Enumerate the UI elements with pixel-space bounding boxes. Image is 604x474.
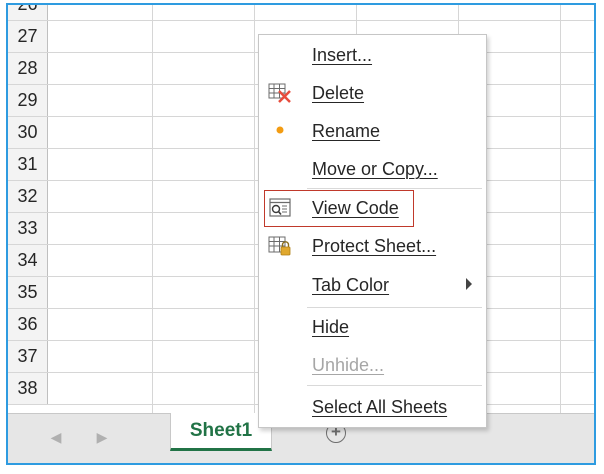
delete-sheet-icon bbox=[268, 83, 291, 103]
menu-separator bbox=[307, 188, 482, 189]
menu-separator bbox=[307, 385, 482, 386]
scroll-tabs-right-icon[interactable]: ▶ bbox=[94, 429, 110, 446]
menu-item-move-or-copy[interactable]: Move or Copy... bbox=[259, 151, 486, 187]
view-code-highlight bbox=[264, 190, 414, 227]
row-header[interactable]: 32 bbox=[8, 181, 48, 212]
menu-item-insert[interactable]: Insert... bbox=[259, 37, 486, 73]
rename-dot-icon bbox=[276, 126, 284, 134]
worksheet-row: 26 bbox=[8, 5, 594, 21]
row-header[interactable]: 27 bbox=[8, 21, 48, 52]
row-header[interactable]: 33 bbox=[8, 213, 48, 244]
menu-item-protect-sheet[interactable]: Protect Sheet... bbox=[259, 228, 486, 264]
row-header[interactable]: 31 bbox=[8, 149, 48, 180]
row-header[interactable]: 37 bbox=[8, 341, 48, 372]
menu-item-label: Unhide... bbox=[312, 354, 385, 375]
menu-item-label: Move or Copy... bbox=[312, 158, 438, 179]
menu-item-delete[interactable]: Delete bbox=[259, 75, 486, 111]
menu-item-tab-color[interactable]: Tab Color bbox=[259, 267, 486, 303]
menu-item-label: Delete bbox=[312, 82, 365, 103]
menu-item-unhide: Unhide... bbox=[259, 347, 486, 383]
submenu-arrow-icon bbox=[466, 278, 472, 290]
row-header[interactable]: 34 bbox=[8, 245, 48, 276]
menu-item-label: Hide bbox=[312, 316, 350, 337]
scroll-tabs-left-icon[interactable]: ◀ bbox=[48, 429, 64, 446]
menu-item-label: Rename bbox=[312, 120, 381, 141]
row-header[interactable]: 36 bbox=[8, 309, 48, 340]
row-header[interactable]: 35 bbox=[8, 277, 48, 308]
menu-item-select-all-sheets[interactable]: Select All Sheets bbox=[259, 389, 486, 425]
menu-item-label: Protect Sheet... bbox=[312, 235, 437, 256]
protect-sheet-icon bbox=[268, 236, 291, 256]
sheet-context-menu: Insert... Delete Rename Move or Copy... bbox=[258, 34, 487, 428]
row-header[interactable]: 29 bbox=[8, 85, 48, 116]
sheet-tab[interactable]: Sheet1 bbox=[170, 413, 272, 451]
menu-separator bbox=[307, 307, 482, 308]
menu-item-label: Tab Color bbox=[312, 274, 390, 295]
row-header[interactable]: 28 bbox=[8, 53, 48, 84]
menu-item-label: Select All Sheets bbox=[312, 396, 448, 417]
menu-item-label: Insert... bbox=[312, 44, 373, 65]
menu-item-hide[interactable]: Hide bbox=[259, 309, 486, 345]
row-header[interactable]: 30 bbox=[8, 117, 48, 148]
row-header[interactable]: 26 bbox=[8, 5, 48, 20]
menu-item-rename[interactable]: Rename bbox=[259, 113, 486, 149]
row-header[interactable]: 38 bbox=[8, 373, 48, 404]
